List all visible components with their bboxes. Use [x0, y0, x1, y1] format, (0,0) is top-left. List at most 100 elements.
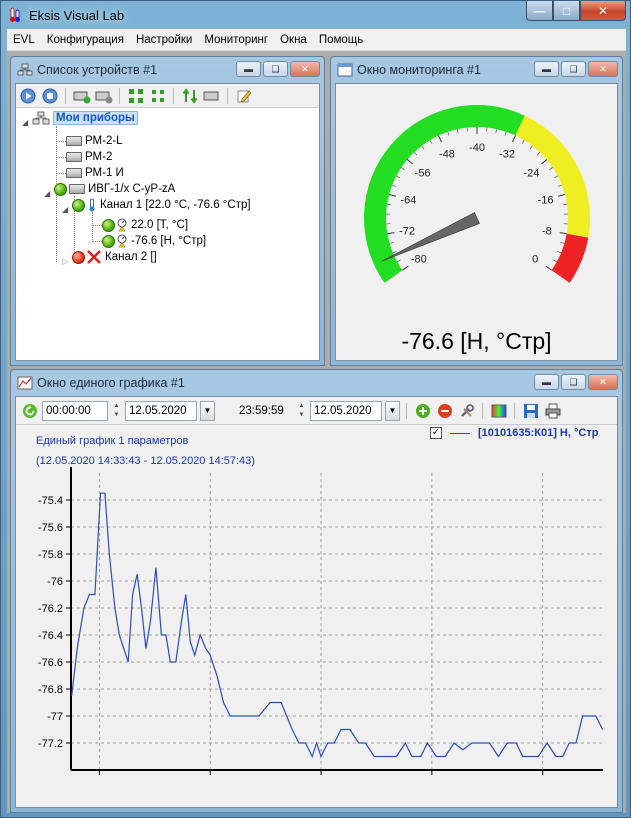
- color-button[interactable]: [489, 402, 508, 420]
- chart-minimize-button[interactable]: ▬: [534, 374, 559, 390]
- expand-all-button[interactable]: [126, 87, 145, 105]
- maximize-button[interactable]: □: [553, 1, 580, 21]
- close-button[interactable]: ✕: [580, 1, 626, 21]
- status-ok-icon: [54, 182, 67, 196]
- start-button[interactable]: [18, 87, 37, 105]
- toolbar-separator: [482, 402, 483, 419]
- chart-settings-button[interactable]: [457, 402, 476, 420]
- monitor-restore-button[interactable]: ❑: [561, 61, 586, 77]
- restore-icon: ❑: [569, 63, 578, 74]
- y-tick-label: -76.8: [38, 684, 63, 696]
- menu-bar: EVL Конфигурация Настройки Мониторинг Ок…: [7, 29, 626, 51]
- remove-parameter-button[interactable]: [435, 402, 454, 420]
- y-tick-label: -77.2: [38, 738, 63, 750]
- title-bar[interactable]: Eksis Visual Lab — □ ✕: [1, 1, 630, 29]
- menu-evl[interactable]: EVL: [7, 34, 41, 46]
- print-button[interactable]: [543, 402, 562, 420]
- start-date-input[interactable]: 12.05.2020: [125, 400, 197, 421]
- channel-label: Канал 2 []: [105, 251, 157, 263]
- chart-restore-button[interactable]: ❑: [561, 374, 586, 390]
- chart-titlebar[interactable]: Окно единого графика #1 ▬ ❑ ✕: [11, 370, 622, 396]
- chart-close-button[interactable]: ✕: [588, 374, 618, 390]
- device-list-close-button[interactable]: ✕: [290, 61, 320, 77]
- restore-icon: ❑: [271, 63, 280, 74]
- add-device-button[interactable]: [72, 87, 91, 105]
- toolbar-separator: [173, 87, 174, 104]
- printer-icon: [545, 403, 560, 418]
- gauge-minor-tick: [392, 184, 397, 187]
- plus-icon: [415, 403, 430, 418]
- end-time-spinner[interactable]: ▲ ▼: [296, 401, 307, 421]
- gauge-zone: [551, 233, 589, 283]
- tree-node-root[interactable]: ◢ Мои приборы: [22, 110, 138, 127]
- gauge-minor-tick: [396, 175, 400, 179]
- device-add-icon: [73, 91, 90, 103]
- menu-windows[interactable]: Окна: [274, 34, 313, 46]
- minimize-icon: —: [533, 3, 546, 18]
- device-list-window: Список устройств #1 ▬ ❑ ✕ ◢ Мои приборы …: [10, 56, 325, 366]
- close-icon: ✕: [597, 3, 609, 18]
- device-list-restore-button[interactable]: ❑: [263, 61, 288, 77]
- stop-button[interactable]: [40, 87, 59, 105]
- end-date-dropdown[interactable]: ▼: [385, 400, 400, 421]
- device-list-minimize-button[interactable]: ▬: [236, 61, 261, 77]
- start-date-dropdown[interactable]: ▼: [200, 400, 215, 421]
- tree-node-device-ivg[interactable]: ◢ ИВГ-1/х С-уР-zA: [44, 181, 175, 198]
- tools-icon: [460, 403, 474, 417]
- end-time-input[interactable]: 23:59:59: [235, 400, 293, 421]
- minimize-button[interactable]: —: [526, 1, 553, 21]
- gauge-minor-tick: [553, 259, 557, 263]
- stop-icon: [42, 88, 57, 103]
- start-date-value: 12.05.2020: [129, 404, 187, 417]
- tree-node-channel-1[interactable]: ◢ Канал 1 [22.0 °С, -76.6 °Стр]: [62, 197, 251, 214]
- gauge-major-tick: [512, 135, 516, 143]
- gauge-minor-tick: [421, 145, 425, 150]
- device-config-button[interactable]: [202, 87, 221, 105]
- device-group-icon: [32, 111, 50, 125]
- series-line: [71, 492, 604, 759]
- menu-monitoring[interactable]: Мониторинг: [198, 34, 274, 46]
- start-time-spinner[interactable]: ▲ ▼: [111, 401, 122, 421]
- tree-node-channel-2[interactable]: ▷ Канал 2 []: [62, 249, 157, 266]
- y-tick-label: -75.8: [38, 549, 63, 561]
- sort-button[interactable]: [180, 87, 199, 105]
- gauge-major-tick: [406, 159, 413, 165]
- menu-settings[interactable]: Настройки: [130, 34, 198, 46]
- collapse-all-button[interactable]: [148, 87, 167, 105]
- menu-help[interactable]: Помощь: [313, 34, 369, 46]
- chevron-down-icon: ▼: [388, 406, 397, 415]
- tree-node-parameter[interactable]: -76.6 [Н, °Стр]: [102, 233, 206, 249]
- device-gear-icon: [95, 91, 112, 103]
- save-button[interactable]: [521, 402, 540, 420]
- gauge-minor-tick: [557, 250, 562, 254]
- monitor-close-button[interactable]: ✕: [588, 61, 618, 77]
- start-time-input[interactable]: 00:00:00: [42, 400, 108, 421]
- device-list-caption-buttons: ▬ ❑ ✕: [236, 61, 320, 77]
- refresh-button[interactable]: [20, 402, 39, 420]
- monitor-titlebar[interactable]: Окно мониторинга #1 ▬ ❑ ✕: [331, 57, 622, 83]
- edit-button[interactable]: [234, 87, 253, 105]
- line-chart: 14:35:0014:40:0014:45:0014:50:0014:55:00…: [38, 467, 604, 775]
- gauge-tick-label: 0: [532, 254, 538, 266]
- gauge-major-tick: [387, 232, 395, 235]
- gauge-tick-label: -8: [542, 225, 552, 237]
- gauge-major-tick: [559, 232, 567, 235]
- gauge-minor-tick: [560, 242, 565, 244]
- device-list-titlebar[interactable]: Список устройств #1 ▬ ❑ ✕: [11, 57, 324, 83]
- menu-configuration[interactable]: Конфигурация: [41, 34, 130, 46]
- tree-node-parameter[interactable]: 22.0 [Т, °С]: [102, 217, 188, 233]
- tree-node-device[interactable]: РМ-1 И: [66, 165, 124, 181]
- device-icon: [66, 136, 82, 146]
- monitor-minimize-button[interactable]: ▬: [534, 61, 559, 77]
- parameter-label: -76.6 [Н, °Стр]: [131, 235, 207, 247]
- close-icon: ✕: [599, 376, 607, 387]
- y-tick-label: -75.6: [38, 522, 63, 534]
- add-parameter-button[interactable]: [413, 402, 432, 420]
- device-settings-button[interactable]: [94, 87, 113, 105]
- end-date-input[interactable]: 12.05.2020: [310, 400, 382, 421]
- gauge-minor-tick: [495, 129, 498, 134]
- gauge-major-tick: [558, 193, 566, 197]
- tree-node-device[interactable]: РМ-2-L: [66, 133, 123, 149]
- tree-node-device[interactable]: РМ-2: [66, 149, 112, 165]
- gauge-tick-label: -72: [399, 225, 415, 237]
